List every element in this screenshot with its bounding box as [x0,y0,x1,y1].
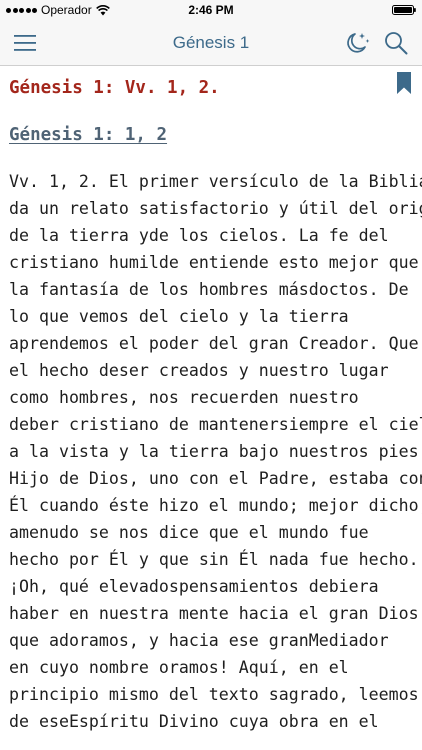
commentary-line: a la vista y la tierra bajo nuestros pie… [9,442,422,461]
nav-bar: Génesis 1 [0,20,422,66]
commentary-line: haber en nuestra mente hacia el gran Dio… [9,604,419,623]
commentary-line: lo que vemos del cielo y la tierra [9,307,349,326]
status-bar: Operador 2:46 PM [0,0,422,20]
search-icon [385,32,408,55]
commentary-line: da un relato satisfactorio y útil del or… [9,199,422,218]
commentary-line: deber cristiano de mantenersiempre el ci… [9,415,422,434]
chapter-heading: Génesis 1: Vv. 1, 2. [9,78,220,98]
battery-icon [392,5,416,15]
bookmark-icon[interactable] [397,72,411,94]
night-mode-button[interactable] [345,31,371,55]
app-screen: Operador 2:46 PM Génesis 1 Génesis 1: Vv… [0,0,422,750]
commentary-line: como hombres, nos recuerden nuestro [9,388,359,407]
commentary-line: en cuyo nombre oramos! Aquí, en el [9,658,349,677]
commentary-content[interactable]: Génesis 1: Vv. 1, 2. Génesis 1: 1, 2 Vv.… [0,66,422,750]
commentary-line: Él cuando éste hizo el mundo; mejor dich… [9,496,422,515]
commentary-line: el hecho deser creados y nuestro lugar [9,361,389,380]
commentary-line: de eseEspíritu Divino cuya obra en el [9,712,379,731]
commentary-line: de la tierra yde los cielos. La fe del [9,226,389,245]
commentary-line: aprendemos el poder del gran Creador. Qu… [9,334,419,353]
commentary-line: la fantasía de los hombres másdoctos. De [9,280,409,299]
commentary-line: ¡Oh, qué elevadospensamientos debiera [9,577,379,596]
search-button[interactable] [384,31,408,55]
status-time: 2:46 PM [188,3,234,17]
commentary-line: amenudo se nos dice que el mundo fue [9,523,369,542]
commentary-line: principio mismo del texto sagrado, leemo… [9,685,419,704]
commentary-text: Vv. 1, 2. El primer versículo de la Bibl… [9,168,422,735]
commentary-line: cristiano humilde entiende esto mejor qu… [9,253,419,272]
commentary-line: Hijo de Dios, uno con el Padre, estaba c… [9,469,422,488]
verse-link[interactable]: Génesis 1: 1, 2 [9,125,167,145]
commentary-line: que adoramos, y hacia ese granMediador [9,631,389,650]
commentary-line: Vv. 1, 2. El primer versículo de la Bibl… [9,172,422,191]
commentary-line: hecho por Él y que sin Él nada fue hecho… [9,550,419,569]
moon-stars-icon [347,33,370,53]
